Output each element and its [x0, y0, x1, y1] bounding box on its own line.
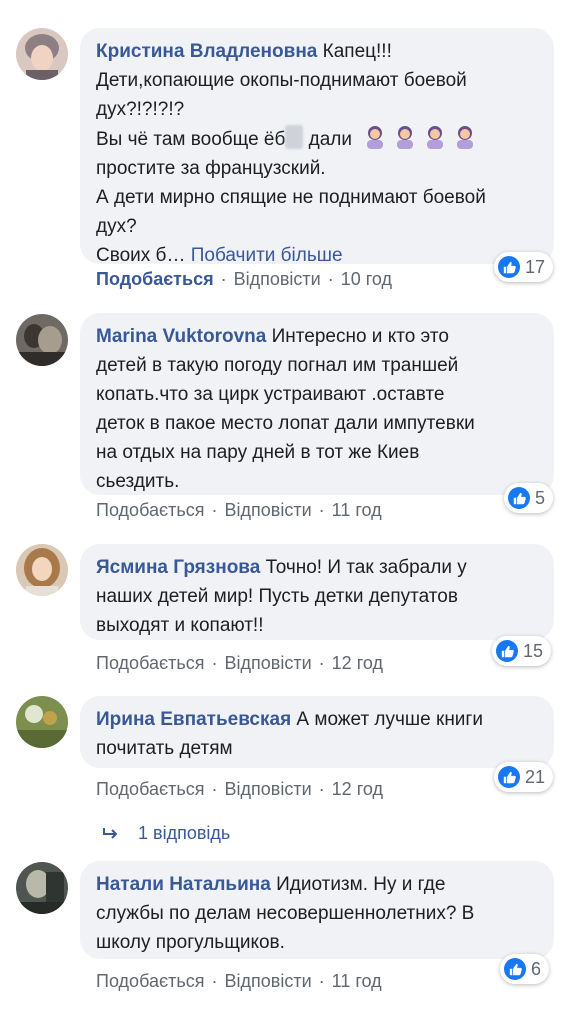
comment-text: простите за французский. [96, 158, 326, 179]
reply-link[interactable]: Відповісти [225, 500, 312, 520]
reaction-count[interactable]: 21 [494, 762, 554, 792]
comment-bubble: Ясмина Грязнова Точно! И так забрали у н… [80, 544, 554, 640]
comment-text: Идиотизм. Ну и где [270, 874, 446, 895]
comment-text: дали [303, 129, 353, 150]
avatar-image-icon [16, 28, 68, 80]
comment-text: Вы чё там вообще ёб [96, 129, 286, 150]
avatar[interactable] [16, 28, 68, 80]
like-link[interactable]: Подобається [96, 971, 205, 991]
comment-text: Интересно и кто это [266, 326, 449, 347]
comment-time[interactable]: 12 год [332, 653, 383, 673]
like-link[interactable]: Подобається [96, 500, 205, 520]
like-icon [498, 766, 520, 788]
reaction-number: 5 [535, 487, 546, 508]
comment-actions: Подобається · Відповісти · 11 год [96, 971, 382, 991]
comment-author[interactable]: Marina Vuktorovna [96, 326, 266, 347]
comment-text: школу прогульщиков. [96, 932, 285, 953]
comment-text: службы по делам несовершеннолетних? В [96, 903, 475, 924]
comment-author[interactable]: Кристина Владленовна [96, 41, 317, 62]
avatar[interactable] [16, 696, 68, 748]
like-icon [496, 640, 518, 662]
comment-text: сьездить. [96, 471, 180, 492]
comment-author[interactable]: Ясмина Грязнова [96, 557, 260, 578]
reaction-count[interactable]: 17 [494, 252, 554, 282]
woman-gesturing-emoji [427, 126, 444, 149]
see-more-link[interactable]: Побачити більше [191, 245, 343, 266]
avatar-image-icon [16, 696, 68, 748]
like-icon [498, 256, 520, 278]
comment-text: Точно! И так забрали у [260, 557, 467, 578]
reply-link[interactable]: Відповісти [234, 269, 321, 289]
comment-text: детей в такую погоду погнал им траншей [96, 355, 459, 376]
comment-text: на отдых на пару дней в тот же Киев [96, 442, 420, 463]
avatar[interactable] [16, 314, 68, 366]
comment-text: Дети,копающие окопы-поднимают боевой [96, 70, 467, 91]
avatar-image-icon [16, 544, 68, 596]
like-icon [508, 487, 530, 509]
avatar[interactable] [16, 862, 68, 914]
woman-gesturing-emoji [367, 126, 384, 149]
replies-count[interactable]: 1 відповідь [138, 823, 230, 844]
comment-bubble: Ирина Евпатьевская А может лучше книги п… [80, 696, 554, 768]
reaction-number: 17 [525, 256, 546, 277]
reaction-count[interactable]: 6 [500, 954, 550, 984]
comment-time[interactable]: 11 год [332, 500, 382, 520]
reaction-count[interactable]: 15 [492, 636, 552, 666]
comment-text: выходят и копают!! [96, 615, 264, 636]
reply-link[interactable]: Відповісти [225, 779, 312, 799]
comment-text: Капец!!! [317, 41, 392, 62]
comment-bubble: Кристина Владленовна Капец!!! Дети,копаю… [80, 28, 554, 266]
comment-bubble: Marina Vuktorovna Интересно и кто это де… [80, 313, 554, 495]
comment-text: копать.что за цирк устраивают .оставте [96, 384, 445, 405]
like-icon [504, 958, 526, 980]
reaction-count[interactable]: 5 [504, 483, 554, 513]
reply-link[interactable]: Відповісти [225, 971, 312, 991]
comment-text: Своих б… [96, 245, 191, 266]
comment-text: дух?!?!?!? [96, 99, 185, 120]
avatar[interactable] [16, 544, 68, 596]
reaction-number: 6 [531, 958, 542, 979]
reaction-number: 15 [523, 640, 544, 661]
avatar-image-icon [16, 314, 68, 366]
comment-actions: Подобається · Відповісти · 12 год [96, 779, 383, 799]
like-link[interactable]: Подобається [96, 653, 205, 673]
comment-actions: Подобається · Відповісти · 12 год [96, 653, 383, 673]
view-replies-link[interactable]: 1 відповідь [102, 823, 230, 844]
avatar-image-icon [16, 862, 68, 914]
reply-link[interactable]: Відповісти [225, 653, 312, 673]
reply-arrow-icon [103, 827, 118, 839]
comment-text: А может лучше книги [291, 709, 483, 730]
censor-blur [285, 125, 304, 149]
woman-gesturing-emoji [457, 126, 474, 149]
comment-actions: Подобається · Відповісти · 11 год [96, 500, 382, 520]
comment-time[interactable]: 11 год [332, 971, 382, 991]
comment-text: почитать детям [96, 738, 233, 759]
comment-time[interactable]: 12 год [332, 779, 383, 799]
comment-author[interactable]: Натали Натальина [96, 874, 271, 895]
comment-text: деток в пакое место лопат дали импутевки [96, 413, 475, 434]
comment-text: А дети мирно спящие не поднимают боевой [96, 187, 486, 208]
comment-author[interactable]: Ирина Евпатьевская [96, 709, 291, 730]
like-link[interactable]: Подобається [96, 269, 214, 289]
comment-text: дух? [96, 216, 137, 237]
comment-actions: Подобається · Відповісти · 10 год [96, 269, 393, 289]
comment-time[interactable]: 10 год [341, 269, 392, 289]
comment-text: наших детей мир! Пусть детки депутатов [96, 586, 458, 607]
like-link[interactable]: Подобається [96, 779, 205, 799]
comment-bubble: Натали Натальина Идиотизм. Ну и где служ… [80, 861, 554, 959]
reaction-number: 21 [525, 766, 546, 787]
woman-gesturing-emoji [397, 126, 414, 149]
